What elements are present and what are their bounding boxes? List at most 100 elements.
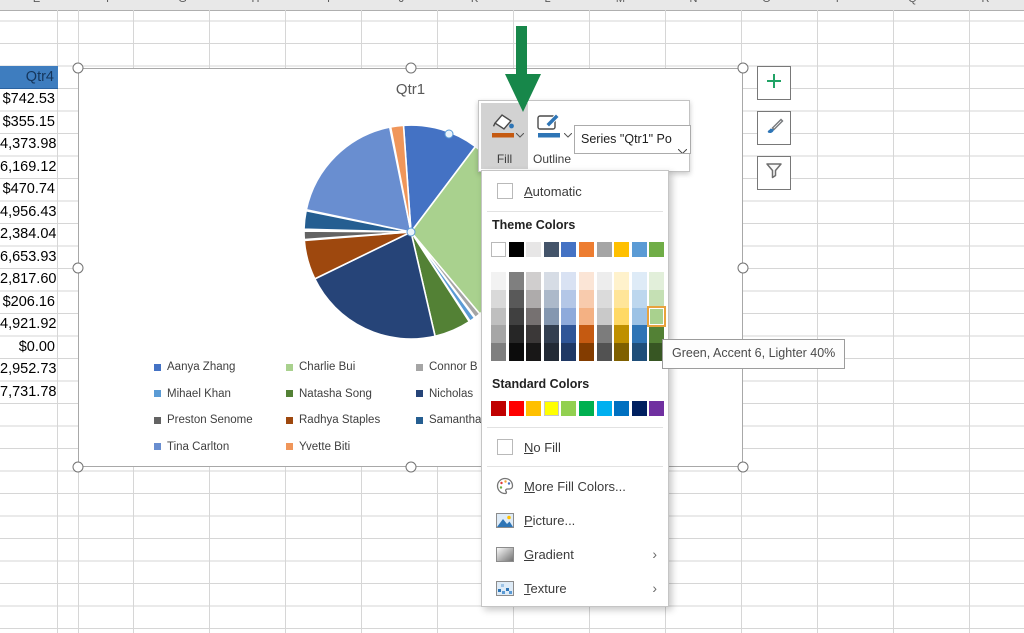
tint-swatch[interactable] — [597, 308, 612, 326]
menu-item-texture[interactable]: Texture› — [483, 574, 667, 602]
color-swatch[interactable] — [614, 401, 629, 416]
column-header-F[interactable]: F — [73, 0, 146, 10]
tint-swatch[interactable] — [597, 325, 612, 343]
chart-styles-button[interactable] — [757, 111, 791, 145]
tint-swatch[interactable] — [579, 272, 594, 290]
cell-value[interactable]: $470.74 — [0, 178, 58, 201]
legend-item[interactable]: Mihael Khan — [154, 387, 231, 401]
selection-handle[interactable] — [738, 63, 749, 74]
menu-item-picture---[interactable]: Picture... — [483, 506, 667, 534]
cell-value[interactable]: 6,653.93 — [0, 246, 58, 269]
color-swatch[interactable] — [632, 242, 647, 257]
tint-swatch[interactable] — [579, 343, 594, 361]
color-swatch[interactable] — [632, 401, 647, 416]
tint-swatch[interactable] — [491, 343, 506, 361]
color-swatch[interactable] — [491, 401, 506, 416]
tint-swatch[interactable] — [632, 343, 647, 361]
cell-value[interactable]: $206.16 — [0, 291, 58, 314]
tint-swatch[interactable] — [579, 325, 594, 343]
selection-handle[interactable] — [738, 462, 749, 473]
cell-value[interactable]: $355.15 — [0, 111, 58, 134]
legend-item[interactable]: Charlie Bui — [286, 360, 355, 374]
color-swatch[interactable] — [649, 242, 664, 257]
cell-value[interactable]: 7,731.78 — [0, 381, 58, 404]
tint-swatch[interactable] — [526, 325, 541, 343]
tint-swatch[interactable] — [526, 290, 541, 308]
cell-value[interactable]: 4,373.98 — [0, 133, 58, 156]
selection-handle[interactable] — [73, 262, 84, 273]
tint-swatch[interactable] — [526, 272, 541, 290]
tint-swatch[interactable] — [614, 290, 629, 308]
tint-swatch-highlighted[interactable] — [649, 308, 664, 326]
cell-value[interactable]: 4,956.43 — [0, 201, 58, 224]
tint-swatch[interactable] — [561, 343, 576, 361]
color-swatch[interactable] — [509, 242, 524, 257]
color-swatch[interactable] — [579, 242, 594, 257]
tint-swatch[interactable] — [614, 272, 629, 290]
color-swatch[interactable] — [509, 401, 524, 416]
cell-value[interactable]: $742.53 — [0, 88, 58, 111]
tint-swatch[interactable] — [544, 343, 559, 361]
tint-swatch[interactable] — [491, 290, 506, 308]
column-header-R[interactable]: R — [949, 0, 1022, 10]
cell-value[interactable]: 2,384.04 — [0, 223, 58, 246]
color-swatch[interactable] — [526, 242, 541, 257]
tint-swatch[interactable] — [561, 308, 576, 326]
data-point-center-handle[interactable] — [407, 228, 416, 237]
cell-value[interactable]: 6,169.12 — [0, 156, 58, 179]
tint-swatch[interactable] — [544, 272, 559, 290]
tint-swatch[interactable] — [579, 308, 594, 326]
color-swatch[interactable] — [544, 242, 559, 257]
color-swatch[interactable] — [544, 401, 559, 416]
tint-swatch[interactable] — [509, 325, 524, 343]
tint-swatch[interactable] — [649, 272, 664, 290]
tint-swatch[interactable] — [614, 325, 629, 343]
cell-value[interactable]: 4,921.92 — [0, 313, 58, 336]
legend-item[interactable]: Preston Senome — [154, 413, 253, 427]
selection-handle[interactable] — [73, 63, 84, 74]
tint-swatch[interactable] — [526, 343, 541, 361]
legend-item[interactable]: Radhya Staples — [286, 413, 380, 427]
data-point-rim-handle[interactable] — [445, 130, 454, 139]
cell-value[interactable]: $0.00 — [0, 336, 58, 359]
tint-swatch[interactable] — [491, 308, 506, 326]
tint-swatch[interactable] — [509, 308, 524, 326]
column-header-I[interactable]: I — [292, 0, 365, 10]
legend-item[interactable]: Natasha Song — [286, 387, 372, 401]
tint-swatch[interactable] — [491, 272, 506, 290]
tint-swatch[interactable] — [544, 325, 559, 343]
selection-handle[interactable] — [73, 462, 84, 473]
color-swatch[interactable] — [561, 401, 576, 416]
tint-swatch[interactable] — [632, 290, 647, 308]
color-swatch[interactable] — [561, 242, 576, 257]
column-header-M[interactable]: M — [584, 0, 657, 10]
tint-swatch[interactable] — [597, 343, 612, 361]
chart-filters-button[interactable] — [757, 156, 791, 190]
menu-item-automatic[interactable]: Automatic — [483, 177, 667, 205]
selection-handle[interactable] — [738, 262, 749, 273]
menu-item-no-fill[interactable]: No Fill — [483, 433, 667, 461]
column-header-P[interactable]: P — [803, 0, 876, 10]
selection-handle[interactable] — [405, 63, 416, 74]
tint-swatch[interactable] — [544, 290, 559, 308]
legend-item[interactable]: Yvette Biti — [286, 440, 350, 454]
tint-swatch[interactable] — [561, 325, 576, 343]
tint-swatch[interactable] — [526, 308, 541, 326]
column-header-G[interactable]: G — [146, 0, 219, 10]
legend-item[interactable]: Tina Carlton — [154, 440, 229, 454]
tint-swatch[interactable] — [632, 325, 647, 343]
color-swatch[interactable] — [579, 401, 594, 416]
tint-swatch[interactable] — [579, 290, 594, 308]
tint-swatch[interactable] — [597, 290, 612, 308]
tint-swatch[interactable] — [614, 343, 629, 361]
column-header-E[interactable]: E — [0, 0, 73, 10]
tint-swatch[interactable] — [649, 290, 664, 308]
chart-title[interactable]: Qtr1 — [79, 81, 742, 98]
tint-swatch[interactable] — [614, 308, 629, 326]
color-swatch[interactable] — [597, 401, 612, 416]
column-header-H[interactable]: H — [219, 0, 292, 10]
menu-item-gradient[interactable]: Gradient› — [483, 540, 667, 568]
color-swatch[interactable] — [526, 401, 541, 416]
tint-swatch[interactable] — [544, 308, 559, 326]
tint-swatch[interactable] — [491, 325, 506, 343]
